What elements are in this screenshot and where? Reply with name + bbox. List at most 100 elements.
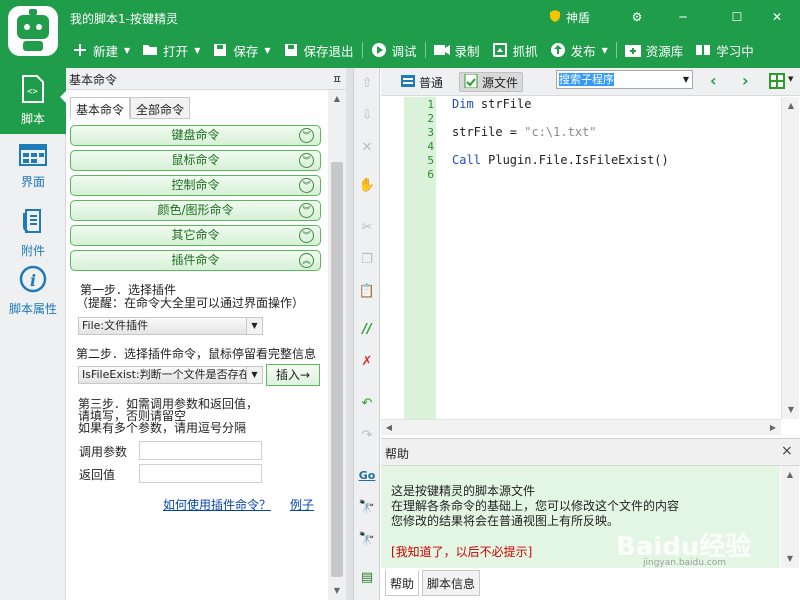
plugin-select[interactable]: File:文件插件 ▼ — [78, 317, 263, 335]
nav-attachment[interactable]: 附件 — [0, 200, 66, 266]
settings-button[interactable]: ⚙ — [624, 4, 650, 30]
close-button[interactable]: ✕ — [764, 4, 790, 30]
comment-icon[interactable]: // — [356, 318, 378, 340]
category-label: 其它命令 — [171, 228, 220, 242]
info-icon: i — [19, 265, 47, 296]
new-button[interactable]: 新建 ▼ — [66, 38, 136, 62]
command-panel-scrollbar[interactable]: ▲ ▼ — [328, 90, 346, 600]
command-list: 键盘命令 ︾ 鼠标命令 ︾ 控制命令 ︾ 颜色/图形命令 ︾ 其它命令 ︾ 插件命令 ︽ 第… — [70, 124, 326, 600]
nav-script[interactable]: <> 脚本 — [0, 68, 66, 134]
save-button[interactable]: 保存 ▼ — [206, 38, 276, 62]
replace-icon[interactable]: 🔭 — [356, 528, 378, 550]
category-color-graphic[interactable]: 颜色/图形命令 ︾ — [70, 200, 321, 221]
play-icon — [371, 42, 387, 58]
publish-button[interactable]: 发布 ▼ — [544, 38, 614, 62]
howto-link[interactable]: 如何使用插件命令？ — [163, 496, 271, 513]
code-line-5[interactable]: Call Plugin.File.IsFileExist() — [452, 153, 669, 167]
code-line-1[interactable]: Dim strFile — [452, 97, 531, 111]
editor-vscrollbar[interactable]: ▲ ▼ — [781, 97, 799, 419]
next-arrow-icon[interactable]: › — [742, 73, 749, 89]
shield-label: 神盾 — [566, 11, 591, 25]
subroutine-select[interactable]: 搜索子程序 ▼ — [556, 70, 693, 89]
uncomment-icon[interactable]: ✗ — [356, 350, 378, 372]
learn-button[interactable]: 学习中 — [689, 38, 760, 62]
tab-basic-commands[interactable]: 基本命令 — [70, 97, 131, 119]
close-icon: ✕ — [771, 10, 783, 24]
category-other[interactable]: 其它命令 ︾ — [70, 225, 321, 246]
scroll-up-icon[interactable]: ▲ — [782, 97, 800, 115]
category-keyboard[interactable]: 键盘命令 ︾ — [70, 125, 321, 146]
record-button[interactable]: 录制 — [428, 38, 486, 62]
view-source-label: 源文件 — [482, 75, 519, 90]
shield-button[interactable]: 神盾 — [548, 9, 590, 26]
code-keyword: Call — [452, 153, 481, 167]
help-scrollbar[interactable]: ▲ ▼ — [781, 466, 799, 568]
code-line-3[interactable]: strFile = "c:\1.txt" — [452, 125, 597, 139]
code-text: Plugin.File.IsFileExist() — [480, 153, 669, 167]
goto-icon[interactable]: Go — [356, 464, 378, 486]
view-source-button[interactable]: 源文件 — [459, 72, 524, 92]
svg-text:<>: <> — [27, 87, 38, 97]
example-link[interactable]: 例子 — [290, 496, 314, 513]
scroll-down-icon[interactable]: ▼ — [328, 582, 346, 600]
undo-icon[interactable]: ↶ — [356, 392, 378, 414]
plugin-select-value: File:文件插件 — [82, 319, 149, 332]
tab-help[interactable]: 帮助 — [385, 570, 420, 596]
code-editor[interactable] — [436, 97, 781, 419]
help-close-icon[interactable]: × — [781, 443, 793, 459]
minimize-button[interactable]: ─ — [670, 4, 696, 30]
pin-icon[interactable]: ㅍ — [332, 71, 342, 87]
editor-hscrollbar[interactable]: ◀ ▶ — [381, 419, 781, 435]
category-label: 鼠标命令 — [171, 153, 220, 167]
tab-script-info[interactable]: 脚本信息 — [422, 570, 481, 596]
param-input[interactable] — [139, 441, 262, 460]
command-select[interactable]: IsFileExist:判断一个文件是否存在 ▼ — [78, 366, 263, 384]
scroll-down-icon[interactable]: ▼ — [782, 401, 800, 419]
save-exit-button[interactable]: 保存退出 — [277, 38, 360, 62]
copy-icon[interactable]: ❐ — [356, 248, 378, 270]
gear-icon: ⚙ — [631, 10, 643, 24]
return-input[interactable] — [139, 464, 262, 483]
paste-icon[interactable]: 📋 — [356, 280, 378, 302]
prev-arrow-icon[interactable]: ‹ — [710, 73, 717, 89]
scroll-up-icon[interactable]: ▲ — [781, 466, 799, 484]
record-label: 录制 — [454, 43, 480, 59]
find-icon[interactable]: 🔭 — [356, 496, 378, 518]
layout-icon[interactable]: ▼ — [769, 73, 793, 92]
hand-icon[interactable]: ✋ — [356, 174, 378, 196]
category-control[interactable]: 控制命令 ︾ — [70, 175, 321, 196]
delete-icon[interactable]: ✕ — [356, 136, 378, 158]
source-view-icon — [464, 73, 478, 91]
category-plugin[interactable]: 插件命令 ︽ — [70, 250, 321, 271]
scroll-up-icon[interactable]: ▲ — [328, 90, 346, 108]
panel-splitter[interactable] — [346, 68, 353, 600]
nav-attachment-label: 附件 — [20, 244, 45, 258]
help-dismiss-link[interactable]: [我知道了，以后不必提示] — [391, 543, 532, 560]
nav-ui[interactable]: 界面 — [0, 134, 66, 200]
scroll-thumb[interactable] — [331, 162, 343, 577]
param-label: 调用参数 — [79, 445, 128, 459]
scroll-right-icon[interactable]: ▶ — [765, 420, 781, 435]
return-label: 返回值 — [79, 468, 116, 482]
redo-icon[interactable]: ↷ — [356, 424, 378, 446]
cut-icon[interactable]: ✂ — [356, 216, 378, 238]
capture-button[interactable]: 抓抓 — [486, 38, 544, 62]
insert-button[interactable]: 插入→ — [266, 364, 320, 386]
scroll-down-icon[interactable]: ▼ — [781, 550, 799, 568]
dropdown-icon: ▼ — [194, 45, 201, 55]
maximize-button[interactable]: ☐ — [724, 4, 750, 30]
code-text: strFile = — [452, 125, 525, 139]
move-down-icon[interactable]: ⇩ — [356, 104, 378, 126]
view-normal-label: 普通 — [419, 75, 444, 90]
scroll-left-icon[interactable]: ◀ — [381, 420, 397, 435]
script-info-icon[interactable]: ▤ — [356, 566, 378, 588]
nav-ui-label: 界面 — [20, 175, 45, 189]
category-mouse[interactable]: 鼠标命令 ︾ — [70, 150, 321, 171]
tab-all-commands[interactable]: 全部命令 — [130, 97, 191, 119]
move-up-icon[interactable]: ⇧ — [356, 72, 378, 94]
view-normal-button[interactable]: 普通 — [397, 72, 447, 92]
debug-button[interactable]: 调试 — [365, 38, 423, 62]
nav-script-properties[interactable]: i 脚本属性 — [0, 265, 66, 316]
library-button[interactable]: 资源库 — [619, 38, 690, 62]
open-button[interactable]: 打开 ▼ — [136, 38, 206, 62]
